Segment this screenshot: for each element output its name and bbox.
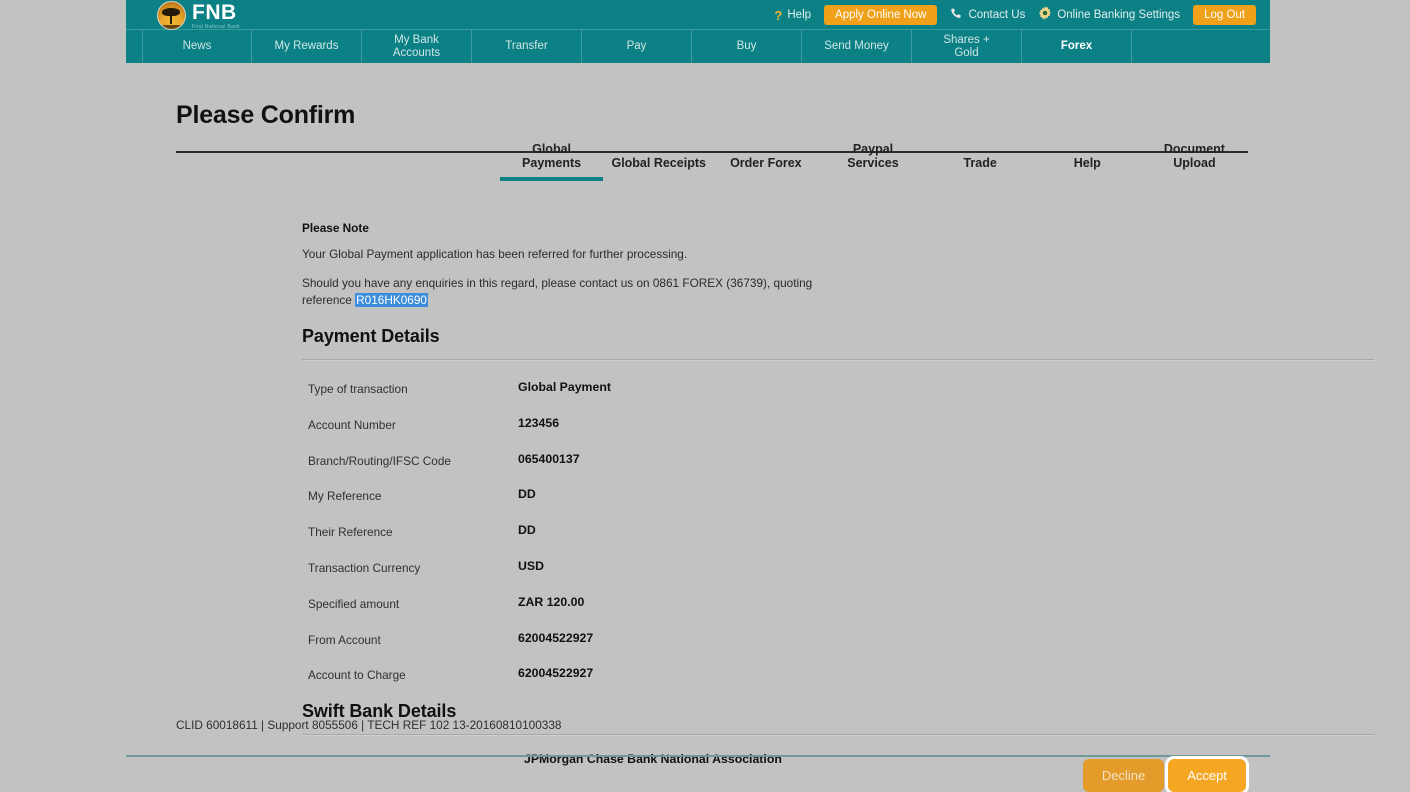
detail-value: 62004522927 bbox=[518, 630, 594, 645]
help-link[interactable]: ? Help bbox=[774, 9, 811, 22]
footer-divider bbox=[126, 755, 1270, 757]
section-divider bbox=[302, 734, 1374, 736]
detail-value: 065400137 bbox=[518, 451, 580, 466]
detail-value: ZAR 120.00 bbox=[518, 594, 585, 609]
payment-details-section: Payment Details Type of transaction Globa… bbox=[302, 326, 1374, 702]
detail-value: 62004522927 bbox=[518, 666, 594, 681]
please-note-block: Please Note Your Global Payment applicat… bbox=[302, 220, 1062, 309]
swift-detail-value: JPMorgan Chase Bank National Association bbox=[524, 752, 782, 766]
nav-item-label: Send Money bbox=[824, 40, 889, 53]
subtab-global-payments[interactable]: Global Payments bbox=[498, 141, 605, 181]
subtab-document-upload[interactable]: Document Upload bbox=[1141, 142, 1248, 180]
nav-item-news[interactable]: News bbox=[142, 30, 252, 63]
nav-item-forex[interactable]: Forex bbox=[1022, 30, 1132, 63]
subtab-label: Global Payments bbox=[522, 141, 582, 171]
help-label: Help bbox=[787, 9, 812, 21]
detail-label: My Reference bbox=[308, 489, 382, 504]
nav-item-label: News bbox=[182, 40, 212, 53]
acacia-tree-circle-icon bbox=[157, 1, 186, 30]
subtab-label: Trade bbox=[963, 156, 997, 171]
contact-us-label: Contact Us bbox=[968, 9, 1026, 21]
decline-button[interactable]: Decline bbox=[1082, 759, 1165, 792]
payment-details-list: Type of transaction Global Payment Account… bbox=[302, 380, 1374, 702]
detail-label: Account Number bbox=[308, 417, 396, 432]
forex-subtabs: Global Payments Global Receipts Order Forex… bbox=[498, 115, 1248, 181]
page-title: Please Confirm bbox=[176, 101, 356, 129]
note-line-2: Should you have any enquiries in this re… bbox=[302, 275, 832, 309]
log-out-button[interactable]: Log Out bbox=[1193, 5, 1256, 25]
site-header: FNB First National Bank ? Help Apply Onl… bbox=[126, 0, 1270, 63]
detail-row: Specified amount ZAR 120.00 bbox=[302, 595, 1374, 631]
subtab-order-forex[interactable]: Order Forex bbox=[712, 156, 819, 179]
note-line-1: Your Global Payment application has been… bbox=[302, 247, 688, 262]
subtab-label: Help bbox=[1073, 156, 1101, 171]
detail-value: Global Payment bbox=[518, 380, 611, 394]
detail-value: DD bbox=[518, 523, 536, 538]
reference-number[interactable]: R016HK0690 bbox=[355, 293, 428, 308]
subtab-trade[interactable]: Trade bbox=[927, 156, 1034, 179]
main-navigation: News My Rewards My Bank Accounts Transfer Pay… bbox=[126, 30, 1270, 63]
nav-item-label: Forex bbox=[1060, 40, 1093, 53]
question-mark-icon: ? bbox=[774, 7, 783, 23]
section-divider bbox=[302, 359, 1374, 361]
note-heading: Please Note bbox=[302, 221, 369, 235]
payment-details-title: Payment Details bbox=[302, 326, 440, 346]
utility-links: ? Help Apply Online Now Contact Us Onlin… bbox=[774, 3, 1256, 27]
nav-item-label: My Bank Accounts bbox=[392, 33, 441, 59]
nav-item-send-money[interactable]: Send Money bbox=[802, 30, 912, 63]
detail-label: From Account bbox=[308, 632, 381, 647]
subtab-label: Paypal Services bbox=[847, 141, 899, 171]
settings-label: Online Banking Settings bbox=[1057, 9, 1181, 21]
nav-item-label: Buy bbox=[736, 40, 757, 53]
detail-row: From Account 62004522927 bbox=[302, 631, 1374, 667]
detail-row: Type of transaction Global Payment bbox=[302, 380, 1374, 416]
page-content: Please Confirm Global Payments Global Rece… bbox=[126, 63, 1374, 792]
subtab-help[interactable]: Help bbox=[1034, 156, 1141, 179]
detail-row: Branch/Routing/IFSC Code 065400137 bbox=[302, 452, 1374, 488]
subtab-label: Document Upload bbox=[1163, 141, 1225, 171]
detail-value: USD bbox=[518, 558, 544, 573]
nav-item-my-bank-accounts[interactable]: My Bank Accounts bbox=[362, 30, 472, 63]
utility-bar: FNB First National Bank ? Help Apply Onl… bbox=[126, 0, 1270, 30]
page-header: Please Confirm Global Payments Global Rece… bbox=[176, 89, 1248, 181]
nav-item-label: Shares + Gold bbox=[943, 33, 990, 59]
nav-item-pay[interactable]: Pay bbox=[582, 30, 692, 63]
nav-item-transfer[interactable]: Transfer bbox=[472, 30, 582, 63]
action-buttons: Decline Accept bbox=[1082, 756, 1249, 792]
detail-row: Account Number 123456 bbox=[302, 416, 1374, 452]
detail-value: DD bbox=[518, 487, 536, 502]
detail-row: Their Reference DD bbox=[302, 523, 1374, 559]
nav-item-my-rewards[interactable]: My Rewards bbox=[252, 30, 362, 63]
nav-item-label: My Rewards bbox=[274, 40, 339, 53]
gear-icon bbox=[1038, 6, 1052, 24]
detail-label: Branch/Routing/IFSC Code bbox=[308, 453, 451, 468]
detail-row: Account to Charge 62004522927 bbox=[302, 666, 1374, 702]
apply-online-now-button[interactable]: Apply Online Now bbox=[824, 5, 938, 25]
brand-wordmark: FNB First National Bank bbox=[192, 2, 240, 30]
subtab-label: Global Receipts bbox=[611, 156, 706, 171]
phone-icon bbox=[950, 7, 963, 24]
detail-label: Transaction Currency bbox=[308, 560, 421, 575]
subtab-paypal-services[interactable]: Paypal Services bbox=[819, 142, 926, 180]
detail-label: Type of transaction bbox=[308, 382, 408, 396]
footer-reference-text: CLID 60018611 | Support 8055506 | TECH R… bbox=[176, 718, 562, 732]
detail-value: 123456 bbox=[518, 415, 560, 430]
fnb-logo[interactable]: FNB First National Bank bbox=[157, 1, 240, 30]
detail-label: Specified amount bbox=[308, 596, 400, 611]
brand-name: FNB bbox=[192, 0, 237, 24]
nav-item-shares-+-gold[interactable]: Shares + Gold bbox=[912, 30, 1022, 63]
subtab-global-receipts[interactable]: Global Receipts bbox=[605, 156, 712, 179]
detail-label: Their Reference bbox=[308, 525, 393, 540]
subtab-label: Order Forex bbox=[730, 156, 802, 171]
nav-item-label: Pay bbox=[626, 40, 647, 53]
detail-label: Account to Charge bbox=[308, 668, 406, 683]
detail-row: My Reference DD bbox=[302, 487, 1374, 523]
nav-item-buy[interactable]: Buy bbox=[692, 30, 802, 63]
brand-tagline: First National Bank bbox=[192, 23, 240, 30]
accept-button[interactable]: Accept bbox=[1165, 756, 1249, 792]
contact-us-link[interactable]: Contact Us bbox=[950, 7, 1025, 24]
online-banking-settings-link[interactable]: Online Banking Settings bbox=[1038, 6, 1180, 24]
detail-row: Transaction Currency USD bbox=[302, 559, 1374, 595]
nav-item-label: Transfer bbox=[505, 40, 548, 53]
